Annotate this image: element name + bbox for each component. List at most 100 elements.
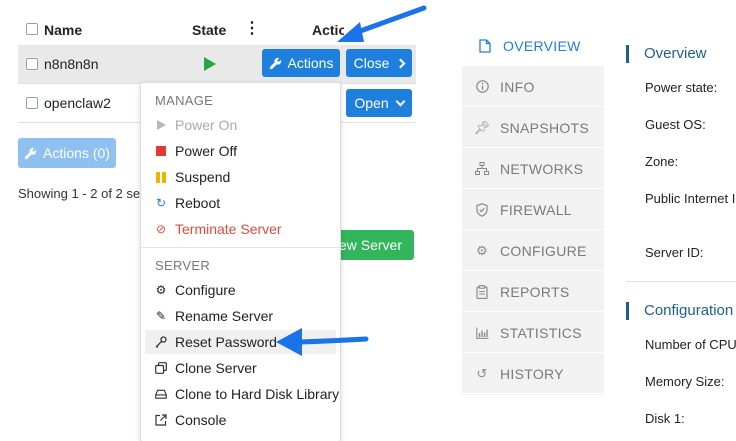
menu-item-reboot[interactable]: ↻ Reboot (145, 191, 336, 215)
field-power-state: Power state: (645, 80, 718, 95)
nav-history[interactable]: ↺ HISTORY (462, 354, 604, 394)
nav-firewall[interactable]: FIREWALL (462, 190, 604, 230)
gear-icon: ⚙ (155, 283, 167, 297)
cogs-icon: ⚙ (476, 242, 488, 258)
field-guest-os: Guest OS: (645, 117, 706, 132)
menu-item-terminate-server[interactable]: ⊘ Terminate Server (145, 217, 336, 241)
sitemap-icon (474, 161, 490, 177)
bar-chart-icon (474, 325, 490, 341)
external-link-icon (155, 414, 167, 426)
server-name[interactable]: n8n8n8n (44, 56, 99, 72)
field-disk-1: Disk 1: (645, 411, 685, 426)
refresh-icon: ↻ (155, 196, 167, 210)
column-options-icon[interactable]: ⋮ (244, 18, 260, 38)
nav-label: CONFIGURE (500, 242, 587, 259)
menu-item-suspend[interactable]: Suspend (145, 165, 336, 189)
server-detail-sidenav: OVERVIEW INFO 📌︎ SNAPSHOTS NETWORKS FIRE… (462, 26, 604, 395)
menu-item-power-on[interactable]: Power On (145, 113, 336, 137)
hdd-icon (155, 388, 167, 400)
field-memory-size: Memory Size: (645, 374, 725, 389)
play-icon (155, 119, 167, 131)
menu-item-reset-password[interactable]: Reset Password (145, 330, 336, 354)
nav-label: INFO (500, 78, 535, 95)
key-icon (155, 336, 167, 348)
menu-item-label: Console (175, 412, 227, 428)
field-number-of-cpu: Number of CPU: (645, 337, 736, 352)
menu-item-label: Reset Password (175, 334, 277, 350)
menu-item-configure[interactable]: ⚙ Configure (145, 278, 336, 302)
table-header: Name State ⋮ Actions (18, 14, 418, 44)
open-button[interactable]: Open (346, 89, 412, 117)
copy-icon (155, 362, 167, 374)
open-label: Open (354, 95, 389, 111)
nav-label: OVERVIEW (503, 37, 581, 54)
menu-item-console[interactable]: Console (145, 408, 336, 432)
close-label: Close (353, 55, 390, 71)
row-actions-button[interactable]: Actions (262, 49, 340, 77)
nav-label: NETWORKS (500, 160, 584, 177)
field-public-internet-ip: Public Internet IP: (645, 191, 736, 206)
nav-configure[interactable]: ⚙ CONFIGURE (462, 231, 604, 271)
info-icon (474, 79, 490, 95)
nav-label: SNAPSHOTS (500, 119, 590, 136)
menu-item-label: Clone to Hard Disk Library (175, 386, 340, 402)
menu-item-label: Configure (175, 282, 236, 298)
history-icon: ↺ (476, 365, 488, 381)
chevron-down-icon (395, 96, 406, 106)
wrench-icon (24, 147, 37, 159)
row-checkbox[interactable] (26, 58, 38, 70)
menu-divider (141, 247, 340, 248)
column-actions: Actions (312, 22, 344, 38)
bulk-actions-button[interactable]: Actions (0) (18, 138, 116, 168)
menu-item-label: Clone Server (175, 360, 257, 376)
field-server-id: Server ID: (645, 245, 704, 260)
configuration-section-title: Configuration (626, 302, 733, 320)
menu-item-clone-server[interactable]: Clone Server (145, 356, 336, 380)
overview-section-title: Overview (626, 45, 707, 63)
nav-label: STATISTICS (500, 324, 582, 341)
bulk-actions-label: Actions (0) (43, 145, 110, 161)
nav-snapshots[interactable]: 📌︎ SNAPSHOTS (462, 108, 604, 148)
menu-item-label: Rename Server (175, 308, 274, 324)
stop-icon (155, 145, 167, 157)
menu-heading-manage: MANAGE (155, 93, 214, 108)
section-divider (626, 281, 736, 282)
column-name[interactable]: Name (44, 22, 82, 38)
row-checkbox[interactable] (26, 97, 38, 109)
nav-info[interactable]: INFO (462, 67, 604, 107)
actions-label: Actions (287, 55, 334, 71)
nav-label: FIREWALL (500, 201, 572, 218)
clipboard-icon (474, 284, 490, 300)
menu-item-label: Suspend (175, 169, 231, 185)
shield-icon (474, 202, 490, 218)
nav-reports[interactable]: REPORTS (462, 272, 604, 312)
pencil-icon: ✎ (155, 309, 167, 323)
field-zone: Zone: (645, 154, 679, 169)
menu-item-label: Power Off (175, 143, 237, 159)
pagination-summary: Showing 1 - 2 of 2 servers (18, 186, 142, 201)
pin-icon: 📌︎ (473, 119, 491, 135)
nav-statistics[interactable]: STATISTICS (462, 313, 604, 353)
nav-label: REPORTS (500, 283, 570, 300)
select-all-checkbox[interactable] (26, 23, 38, 35)
play-icon (204, 57, 216, 71)
menu-item-label: Reboot (175, 195, 221, 211)
menu-heading-server: SERVER (155, 258, 211, 273)
menu-item-rename-server[interactable]: ✎ Rename Server (145, 304, 336, 328)
menu-item-clone-to-hard-disk-library[interactable]: Clone to Hard Disk Library (145, 382, 340, 406)
nav-overview[interactable]: OVERVIEW (462, 26, 604, 66)
file-icon (477, 38, 493, 54)
nav-label: HISTORY (500, 365, 564, 382)
wrench-icon (269, 57, 281, 69)
ban-icon: ⊘ (155, 222, 167, 236)
menu-item-label: Power On (175, 117, 238, 133)
close-button[interactable]: Close (346, 49, 412, 77)
nav-networks[interactable]: NETWORKS (462, 149, 604, 189)
pause-icon (155, 171, 167, 183)
actions-dropdown-menu: MANAGE Power On Power Off Suspend ↻ Rebo… (140, 82, 341, 441)
menu-item-power-off[interactable]: Power Off (145, 139, 336, 163)
column-state[interactable]: State (192, 22, 226, 38)
new-server-button[interactable]: New Server (329, 230, 414, 260)
chevron-right-icon (395, 58, 406, 68)
server-name[interactable]: openclaw2 (44, 95, 111, 111)
